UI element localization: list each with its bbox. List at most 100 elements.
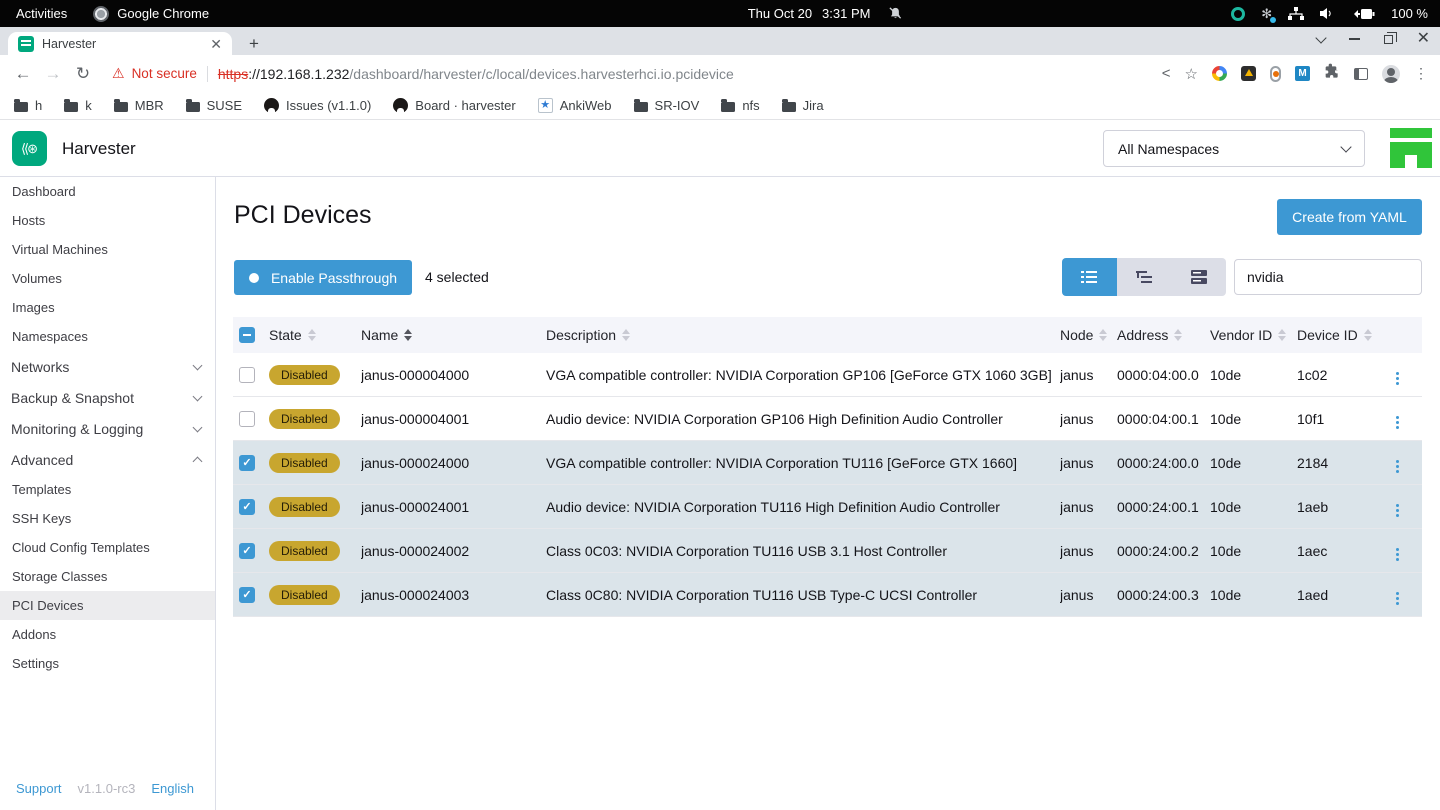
table-row[interactable]: Disabled janus-000024000 VGA compatible … xyxy=(233,441,1422,485)
bookmark-folder[interactable]: k xyxy=(64,98,92,113)
sidebar-item-storage-classes[interactable]: Storage Classes xyxy=(0,562,215,591)
column-header-description[interactable]: Description xyxy=(546,327,1060,343)
window-restore-button[interactable] xyxy=(1384,35,1393,44)
chevron-down-icon xyxy=(193,391,203,401)
sidebar-item-pci-devices[interactable]: PCI Devices xyxy=(0,591,215,620)
bookmark-folder[interactable]: SR-IOV xyxy=(634,98,700,113)
column-header-device-id[interactable]: Device ID xyxy=(1297,327,1390,343)
reload-button[interactable]: ↻ xyxy=(68,64,98,84)
vendor-id-cell: 10de xyxy=(1210,499,1297,515)
sidebar-item-volumes[interactable]: Volumes xyxy=(0,264,215,293)
window-close-button[interactable]: ✕ xyxy=(1417,31,1430,47)
rancher-harvester-logo-icon[interactable] xyxy=(1390,128,1432,168)
row-checkbox[interactable] xyxy=(239,411,255,427)
sidebar-item-images[interactable]: Images xyxy=(0,293,215,322)
enable-passthrough-button[interactable]: Enable Passthrough xyxy=(234,260,412,295)
tree-view-button[interactable] xyxy=(1117,258,1172,296)
bookmark-folder[interactable]: MBR xyxy=(114,98,164,113)
row-actions-menu-icon[interactable] xyxy=(1390,413,1405,432)
clock-menu[interactable]: Thu Oct 20 3:31 PM xyxy=(420,6,1231,21)
sidebar-group-monitoring-logging[interactable]: Monitoring & Logging xyxy=(0,413,215,444)
sidebar-item-cloud-config-templates[interactable]: Cloud Config Templates xyxy=(0,533,215,562)
row-checkbox[interactable] xyxy=(239,499,255,515)
system-status-area[interactable]: ✻ 100 % xyxy=(1231,6,1440,22)
sidebar-item-virtual-machines[interactable]: Virtual Machines xyxy=(0,235,215,264)
tab-search-chevron-icon[interactable] xyxy=(1315,32,1326,43)
support-link[interactable]: Support xyxy=(16,781,62,796)
column-header-node[interactable]: Node xyxy=(1060,327,1117,343)
address-cell: 0000:24:00.3 xyxy=(1117,587,1210,603)
bookmark-link[interactable]: ★AnkiWeb xyxy=(538,98,612,113)
wired-network-icon xyxy=(1288,7,1304,21)
extension-oval-icon[interactable] xyxy=(1270,66,1281,82)
bookmark-link[interactable]: Board · harvester xyxy=(393,98,515,113)
new-tab-button[interactable]: + xyxy=(244,34,264,54)
row-checkbox[interactable] xyxy=(239,587,255,603)
sidebar-group-networks[interactable]: Networks xyxy=(0,351,215,382)
not-secure-label[interactable]: Not secure xyxy=(132,66,197,81)
sidebar-item-dashboard[interactable]: Dashboard xyxy=(0,177,215,206)
sidebar-group-backup-snapshot[interactable]: Backup & Snapshot xyxy=(0,382,215,413)
tab-close-icon[interactable]: ✕ xyxy=(210,37,222,51)
sidebar-item-settings[interactable]: Settings xyxy=(0,649,215,678)
table-row[interactable]: Disabled janus-000024001 Audio device: N… xyxy=(233,485,1422,529)
share-icon[interactable]: < xyxy=(1162,65,1171,82)
extension-m-icon[interactable]: M xyxy=(1295,66,1310,81)
address-bar[interactable]: ⚠ Not secure https ://192.168.1.232 /das… xyxy=(112,65,1162,82)
sidebar-item-ssh-keys[interactable]: SSH Keys xyxy=(0,504,215,533)
window-minimize-button[interactable] xyxy=(1349,38,1360,40)
sidebar-item-hosts[interactable]: Hosts xyxy=(0,206,215,235)
bookmark-folder[interactable]: SUSE xyxy=(186,98,242,113)
row-checkbox[interactable] xyxy=(239,367,255,383)
select-all-checkbox[interactable] xyxy=(239,327,255,343)
row-actions-menu-icon[interactable] xyxy=(1390,501,1405,520)
sidebar-item-addons[interactable]: Addons xyxy=(0,620,215,649)
bookmark-star-icon[interactable]: ☆ xyxy=(1185,65,1198,83)
version-label: v1.1.0-rc3 xyxy=(78,781,136,796)
row-checkbox[interactable] xyxy=(239,455,255,471)
browser-tab-strip: Harvester ✕ + ✕ xyxy=(0,27,1440,55)
row-actions-menu-icon[interactable] xyxy=(1390,545,1405,564)
not-secure-warning-icon: ⚠ xyxy=(112,65,125,82)
sidebar-item-templates[interactable]: Templates xyxy=(0,475,215,504)
table-row[interactable]: Disabled janus-000004001 Audio device: N… xyxy=(233,397,1422,441)
extension-dark-icon[interactable] xyxy=(1241,66,1256,81)
list-view-button[interactable] xyxy=(1062,258,1117,296)
brand[interactable]: ⟨⟨⊛ Harvester xyxy=(12,131,136,166)
status-badge: Disabled xyxy=(269,585,340,605)
side-panel-icon[interactable] xyxy=(1354,68,1368,80)
row-checkbox[interactable] xyxy=(239,543,255,559)
focused-app-menu[interactable]: Google Chrome xyxy=(93,6,209,22)
language-link[interactable]: English xyxy=(151,781,194,796)
back-button[interactable]: ← xyxy=(8,64,38,84)
column-header-state[interactable]: State xyxy=(269,327,361,343)
forward-button[interactable]: → xyxy=(38,64,68,84)
create-from-yaml-button[interactable]: Create from YAML xyxy=(1277,199,1422,235)
row-actions-menu-icon[interactable] xyxy=(1390,457,1405,476)
bookmark-link[interactable]: Issues (v1.1.0) xyxy=(264,98,371,113)
description-cell: Class 0C03: NVIDIA Corporation TU116 USB… xyxy=(546,543,1060,559)
table-row[interactable]: Disabled janus-000004000 VGA compatible … xyxy=(233,353,1422,397)
detail-view-button[interactable] xyxy=(1171,258,1226,296)
search-input[interactable] xyxy=(1234,259,1422,295)
column-header-vendor-id[interactable]: Vendor ID xyxy=(1210,327,1297,343)
row-actions-menu-icon[interactable] xyxy=(1390,369,1405,388)
column-header-name[interactable]: Name xyxy=(361,327,546,343)
bookmark-folder[interactable]: h xyxy=(14,98,42,113)
browser-menu-icon[interactable]: ⋮ xyxy=(1414,65,1428,82)
sidebar-group-advanced[interactable]: Advanced xyxy=(0,444,215,475)
column-header-address[interactable]: Address xyxy=(1117,327,1210,343)
bookmark-folder[interactable]: Jira xyxy=(782,98,824,113)
browser-tab-harvester[interactable]: Harvester ✕ xyxy=(8,32,232,55)
bookmark-folder[interactable]: nfs xyxy=(721,98,759,113)
namespace-select[interactable]: All Namespaces xyxy=(1103,130,1365,167)
table-row[interactable]: Disabled janus-000024002 Class 0C03: NVI… xyxy=(233,529,1422,573)
profile-avatar[interactable] xyxy=(1382,65,1400,83)
row-actions-menu-icon[interactable] xyxy=(1390,589,1405,608)
sidebar-item-namespaces[interactable]: Namespaces xyxy=(0,322,215,351)
extensions-puzzle-icon[interactable] xyxy=(1324,63,1340,84)
table-row[interactable]: Disabled janus-000024003 Class 0C80: NVI… xyxy=(233,573,1422,617)
extension-pinwheel-icon[interactable] xyxy=(1212,66,1227,81)
activities-button[interactable]: Activities xyxy=(16,6,67,21)
tree-icon xyxy=(1136,270,1152,284)
